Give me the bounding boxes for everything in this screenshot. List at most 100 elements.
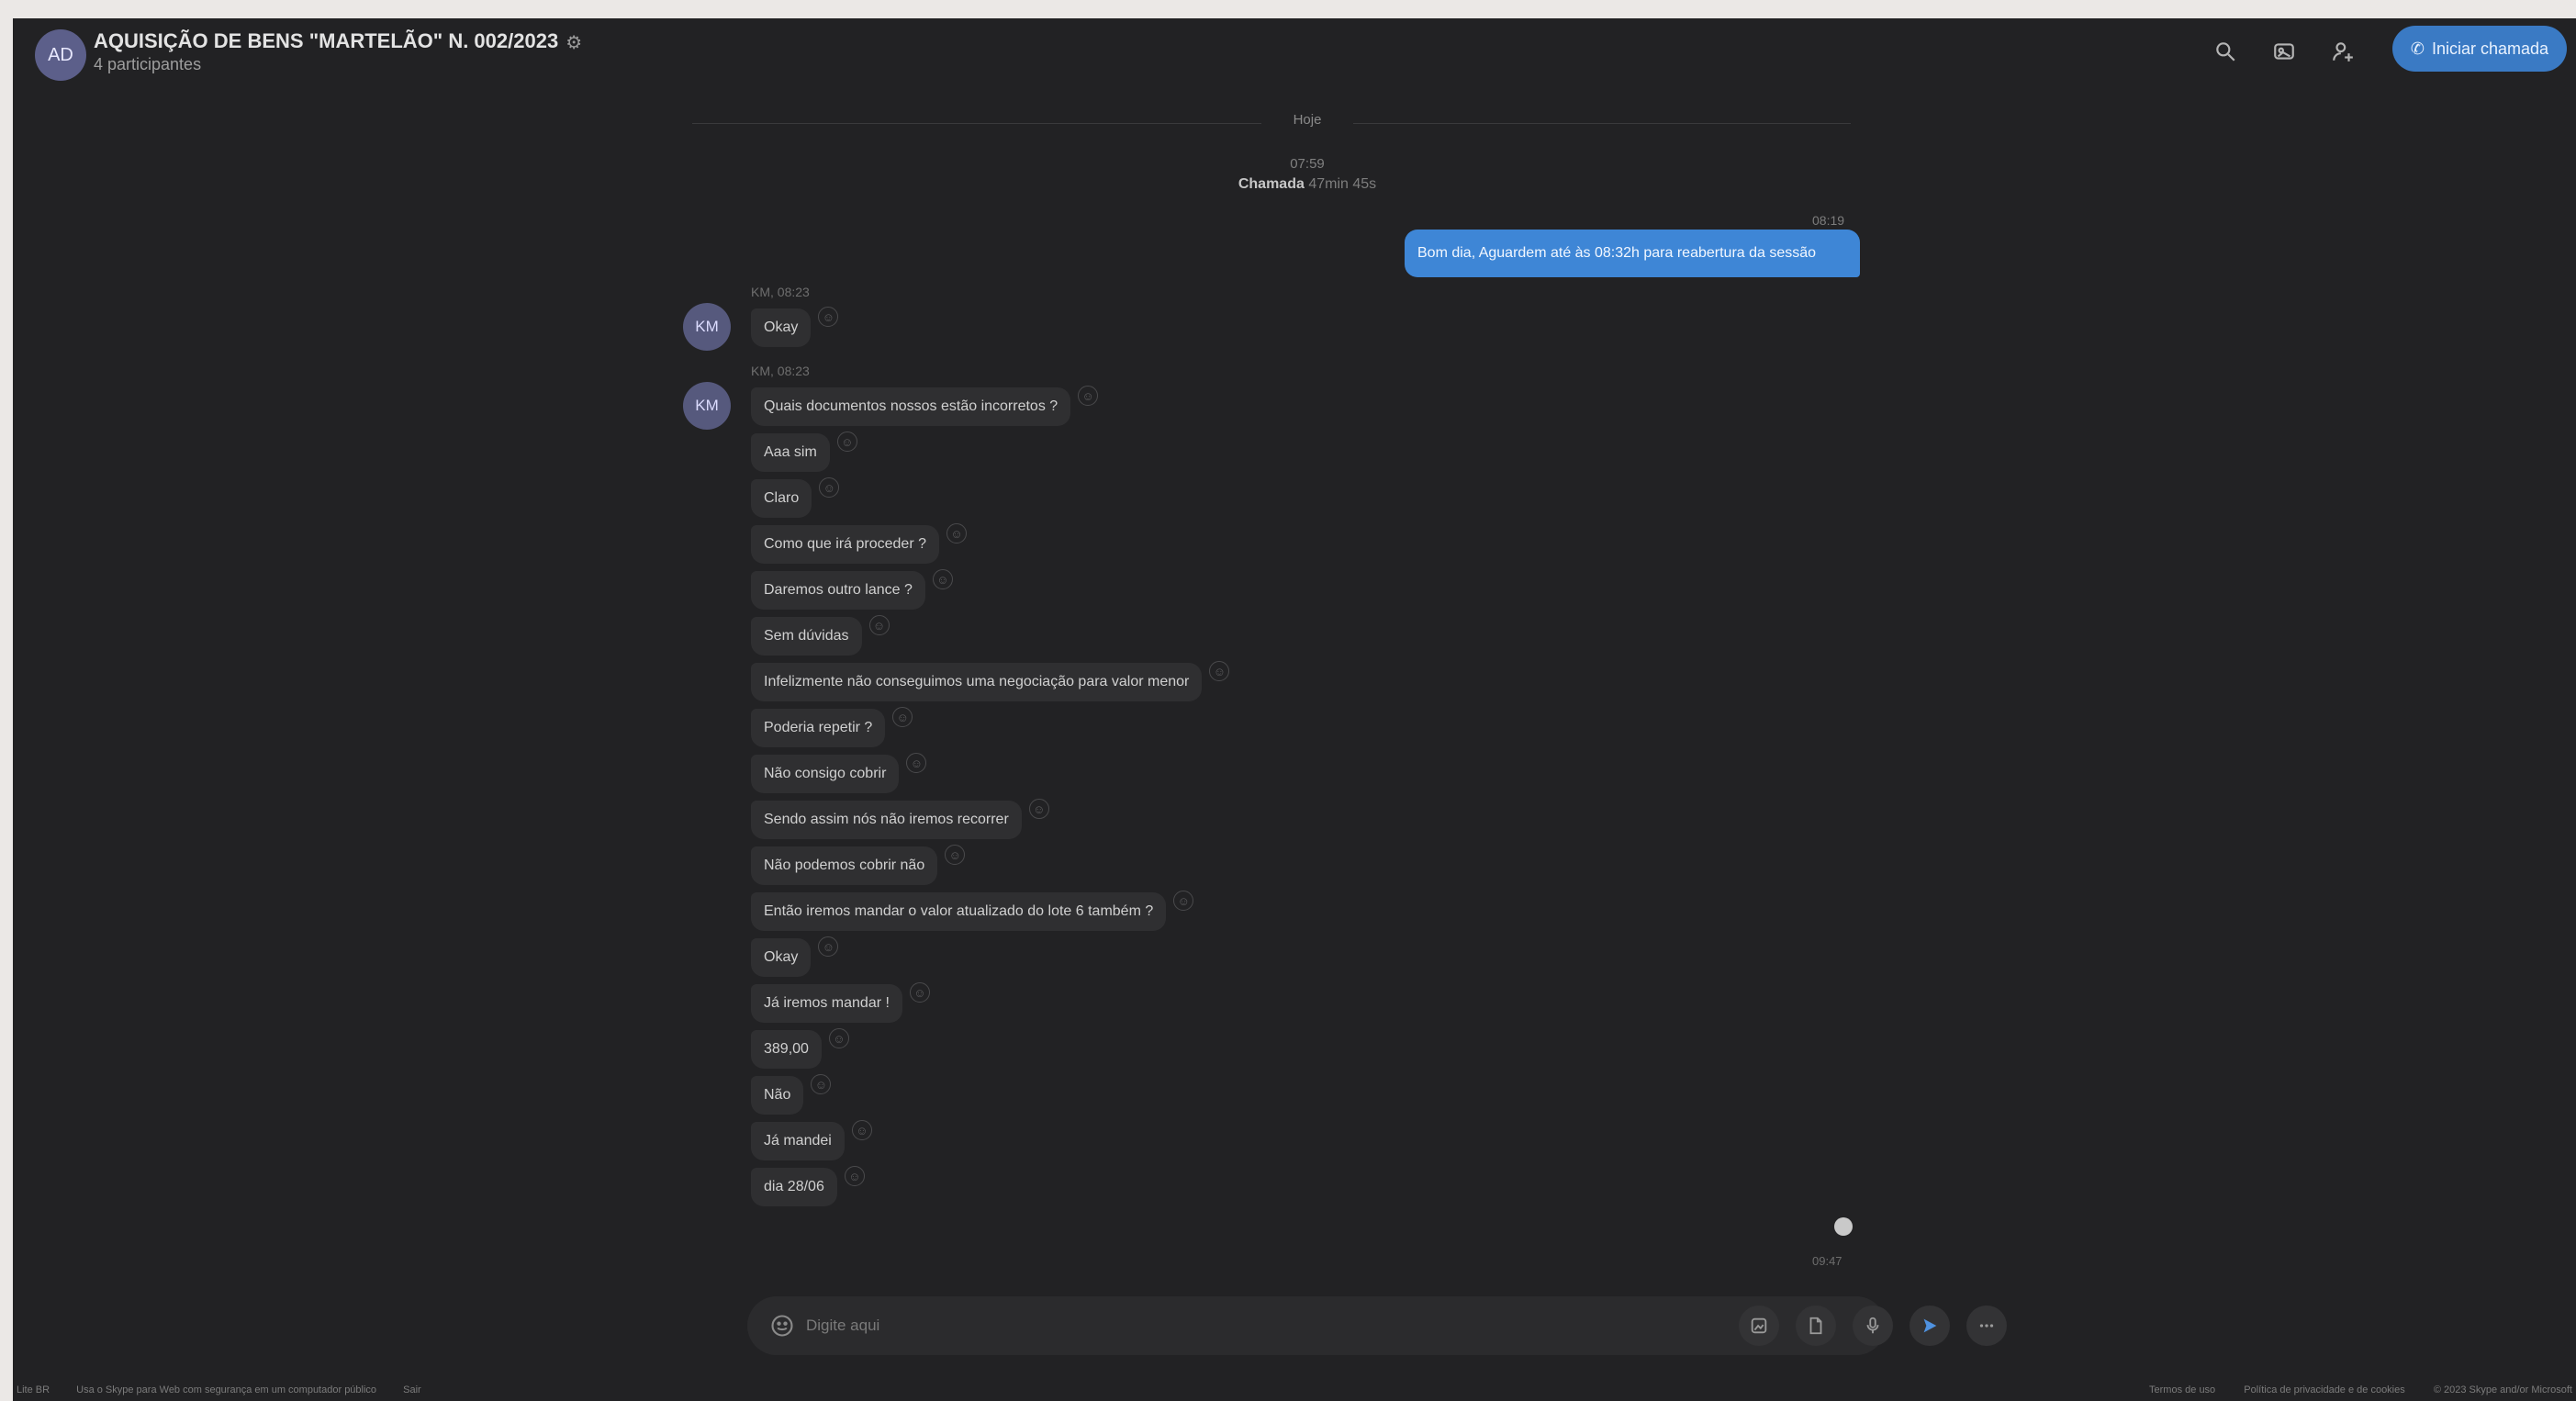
message-bubble[interactable]: Não consigo cobrir [751, 755, 900, 793]
reaction-icon[interactable]: ☺ [811, 1074, 832, 1094]
reaction-icon[interactable]: ☺ [1173, 891, 1194, 911]
microphone-icon[interactable] [1853, 1306, 1893, 1346]
message-row: Já iremos mandar ! ☺ [751, 981, 930, 1026]
reaction-icon[interactable]: ☺ [828, 1028, 849, 1048]
read-receipt-time: 09:47 [1812, 1254, 1842, 1268]
call-duration: 47min 45s [1308, 176, 1377, 192]
reaction-icon[interactable]: ☺ [844, 1166, 865, 1186]
reaction-icon[interactable]: ☺ [945, 845, 966, 865]
skype-window: AD AQUISIÇÃO DE BENS "MARTELÃO" N. 002/2… [13, 18, 2576, 1401]
header-actions [2209, 35, 2359, 68]
media-icon[interactable] [1739, 1306, 1779, 1346]
group-avatar[interactable]: AD [35, 29, 86, 81]
start-call-button[interactable]: ✆ Iniciar chamada [2392, 26, 2567, 72]
message-bubble[interactable]: dia 28/06 [751, 1168, 837, 1206]
message-row: Poderia repetir ? ☺ [751, 705, 913, 751]
message-bubble[interactable]: Okay [751, 308, 812, 347]
sender-line: KM, 08:23 [751, 285, 810, 299]
message-bubble[interactable]: Poderia repetir ? [751, 709, 886, 747]
message-bubble[interactable]: Infelizmente não conseguimos uma negocia… [751, 663, 1203, 701]
message-bubble[interactable]: Quais documentos nossos estão incorretos… [751, 387, 1071, 426]
reaction-icon[interactable]: ☺ [946, 523, 967, 544]
message-bubble[interactable]: Como que irá proceder ? [751, 525, 939, 564]
phone-icon: ✆ [2410, 39, 2425, 58]
search-icon[interactable] [2209, 35, 2242, 68]
message-row: Não consigo cobrir ☺ [751, 751, 927, 797]
settings-icon[interactable]: ⚙ [566, 31, 582, 54]
footer-sign-out[interactable]: Sair [403, 1384, 421, 1395]
chat-title-text: AQUISIÇÃO DE BENS "MARTELÃO" N. 002/2023 [94, 29, 559, 52]
send-icon[interactable] [1910, 1306, 1950, 1346]
message-bubble[interactable]: Já mandei [751, 1122, 845, 1160]
message-bubble[interactable]: Então iremos mandar o valor atualizado d… [751, 892, 1167, 931]
outgoing-message[interactable]: Bom dia, Aguardem até às 08:32h para rea… [1405, 230, 1860, 277]
footer-left: Lite BR Usa o Skype para Web com seguran… [17, 1384, 445, 1395]
footer-terms-link[interactable]: Termos de uso [2149, 1384, 2215, 1395]
message-row: Okay ☺ [751, 305, 839, 351]
gallery-icon[interactable] [2268, 35, 2301, 68]
message-bubble[interactable]: Sem dúvidas [751, 617, 862, 656]
message-bubble[interactable]: Não podemos cobrir não [751, 846, 938, 885]
participants-count[interactable]: 4 participantes [94, 55, 201, 74]
composer-actions [1739, 1306, 2007, 1346]
reaction-icon[interactable]: ☺ [1028, 799, 1049, 819]
footer-public-pc-note: Usa o Skype para Web com segurança em um… [76, 1384, 377, 1395]
reaction-icon[interactable]: ☺ [909, 982, 930, 1003]
message-bubble[interactable]: Não [751, 1076, 804, 1115]
message-row: Já mandei ☺ [751, 1118, 872, 1164]
reaction-icon[interactable]: ☺ [819, 477, 840, 498]
message-composer [747, 1296, 2007, 1355]
add-person-icon[interactable] [2326, 35, 2359, 68]
start-call-label: Iniciar chamada [2432, 39, 2549, 58]
message-row: Não podemos cobrir não ☺ [751, 843, 966, 889]
message-bubble[interactable]: Daremos outro lance ? [751, 571, 925, 610]
outgoing-time: 08:19 [1812, 213, 1845, 228]
message-row: Não ☺ [751, 1072, 832, 1118]
reaction-icon[interactable]: ☺ [892, 707, 913, 727]
read-receipt-avatar [1834, 1217, 1853, 1236]
reaction-icon[interactable]: ☺ [932, 569, 953, 589]
message-row: Como que irá proceder ? ☺ [751, 521, 967, 567]
footer-privacy-link[interactable]: Política de privacidade e de cookies [2244, 1384, 2405, 1395]
message-bubble[interactable]: Claro [751, 479, 812, 518]
page-footer: Lite BR Usa o Skype para Web com seguran… [13, 1381, 2576, 1401]
reaction-icon[interactable]: ☺ [1209, 661, 1230, 681]
message-bubble[interactable]: Aaa sim [751, 433, 830, 472]
message-row: Aaa sim ☺ [751, 430, 857, 476]
message-row: Sendo assim nós não iremos recorrer ☺ [751, 797, 1049, 843]
reaction-icon[interactable]: ☺ [906, 753, 927, 773]
sender-avatar[interactable]: KM [683, 303, 731, 351]
reaction-icon[interactable]: ☺ [818, 936, 839, 957]
attach-file-icon[interactable] [1796, 1306, 1836, 1346]
reaction-icon[interactable]: ☺ [851, 1120, 872, 1140]
reaction-icon[interactable]: ☺ [868, 615, 890, 635]
more-options-icon[interactable] [1966, 1306, 2007, 1346]
sender-avatar[interactable]: KM [683, 382, 731, 430]
message-bubble[interactable]: Sendo assim nós não iremos recorrer [751, 801, 1022, 839]
message-row: Infelizmente não conseguimos uma negocia… [751, 659, 1230, 705]
message-row: Daremos outro lance ? ☺ [751, 567, 953, 613]
day-separator: Hoje [13, 110, 2576, 138]
message-input[interactable] [806, 1306, 1687, 1346]
sender-line: KM, 08:23 [751, 364, 810, 378]
message-row: Quais documentos nossos estão incorretos… [751, 384, 1099, 430]
message-row: 389,00 ☺ [751, 1026, 849, 1072]
reaction-icon[interactable]: ☺ [1078, 386, 1099, 406]
message-row: Então iremos mandar o valor atualizado d… [751, 889, 1194, 935]
footer-language[interactable]: Lite BR [17, 1384, 50, 1395]
chat-header: AD AQUISIÇÃO DE BENS "MARTELÃO" N. 002/2… [13, 18, 2576, 99]
call-time: 07:59 [1290, 156, 1325, 172]
message-row: Okay ☺ [751, 935, 839, 981]
message-row: dia 28/06 ☺ [751, 1164, 865, 1210]
emoji-icon[interactable] [769, 1313, 795, 1339]
message-bubble[interactable]: 389,00 [751, 1030, 822, 1069]
reaction-icon[interactable]: ☺ [836, 432, 857, 452]
footer-right: Termos de uso Política de privacidade e … [2123, 1384, 2572, 1395]
reaction-icon[interactable]: ☺ [818, 307, 839, 327]
day-label: Hoje [1261, 112, 1353, 128]
message-row: Claro ☺ [751, 476, 840, 521]
call-notice: Chamada 47min 45s [1170, 176, 1445, 193]
message-bubble[interactable]: Okay [751, 938, 812, 977]
chat-title[interactable]: AQUISIÇÃO DE BENS "MARTELÃO" N. 002/2023… [94, 29, 582, 54]
message-bubble[interactable]: Já iremos mandar ! [751, 984, 902, 1023]
